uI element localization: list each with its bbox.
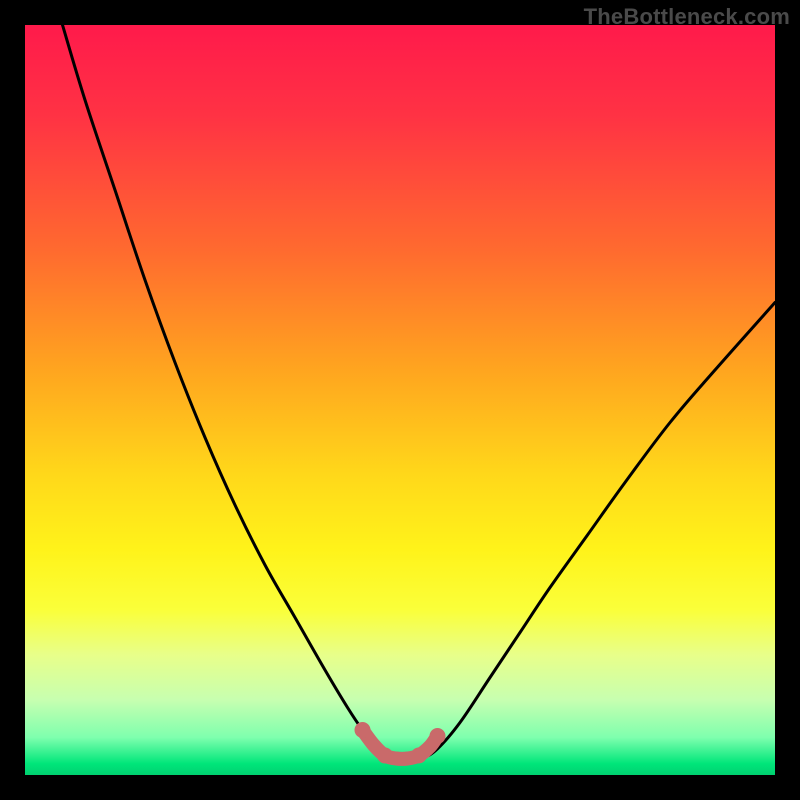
chart-stage: TheBottleneck.com <box>0 0 800 800</box>
gradient-background <box>25 25 775 775</box>
chart-svg <box>25 25 775 775</box>
highlight-marker <box>430 728 446 744</box>
highlight-marker <box>355 722 371 738</box>
highlight-marker <box>411 748 427 764</box>
highlight-marker <box>377 748 393 764</box>
plot-area <box>25 25 775 775</box>
